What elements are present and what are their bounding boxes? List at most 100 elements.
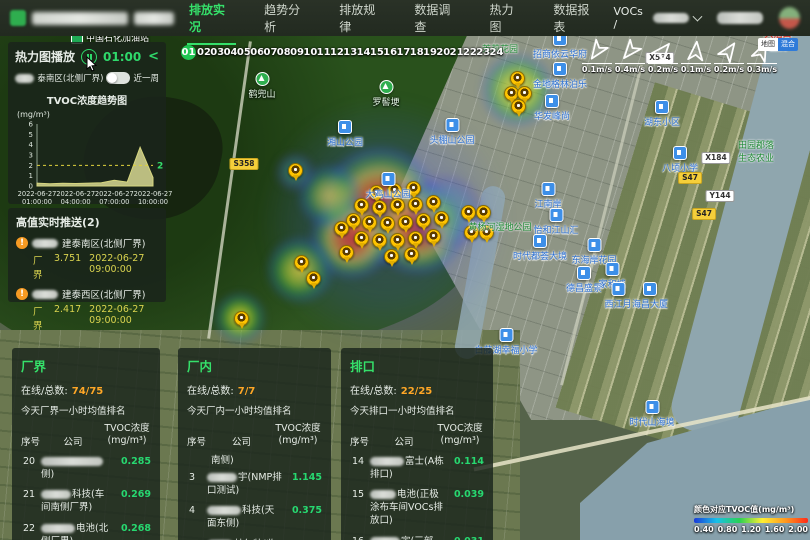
timeline-hour-05[interactable]: 05	[237, 45, 249, 60]
road-shield: S358	[229, 158, 258, 170]
table-row[interactable]: 14富士(A栋排口)0.114	[350, 452, 484, 486]
table-header: 序号公司TVOC浓度(mg/m³)	[350, 423, 484, 448]
monitor-pin[interactable]	[408, 231, 423, 246]
monitor-pin[interactable]	[408, 197, 423, 212]
monitor-pin[interactable]	[354, 198, 369, 213]
monitor-pin[interactable]	[372, 200, 387, 215]
table-row[interactable]: 20侧)0.285	[21, 452, 151, 486]
timeline-hour-17[interactable]: 17	[396, 45, 408, 60]
monitor-pin[interactable]	[288, 163, 303, 178]
timeline-hour-18[interactable]: 18	[410, 45, 422, 60]
monitor-pin[interactable]	[362, 215, 377, 230]
nav-item-6[interactable]: 数据报表	[551, 0, 600, 45]
road-shield: Y144	[705, 190, 734, 202]
timeline-hour-19[interactable]: 19	[423, 45, 435, 60]
hybrid-layer-button[interactable]: 混合	[778, 38, 798, 51]
push-item[interactable]: !建泰西区(北侧厂界)厂界2.4172022-06-27 09:00:00	[16, 287, 158, 332]
nav-item-5[interactable]: 热力图	[488, 0, 526, 45]
timeline-hour-01[interactable]: 01	[181, 45, 196, 60]
monitor-pin[interactable]	[476, 205, 491, 220]
timeline-hour-15[interactable]: 15	[370, 45, 382, 60]
table-row[interactable]: 15电池(正极涂布车间VOCs排放口)0.039	[350, 485, 484, 531]
svg-text:01:00:00: 01:00:00	[22, 198, 52, 206]
nav-item-2[interactable]: 趋势分析	[262, 0, 311, 45]
monitor-pin[interactable]	[426, 229, 441, 244]
timeline-hour-22[interactable]: 22	[463, 45, 475, 60]
company-redacted	[41, 490, 71, 499]
table-row[interactable]: 16宇(三部NMP排放口)0.031	[350, 532, 484, 540]
monitor-pin[interactable]	[434, 211, 449, 226]
timeline-hour-07[interactable]: 07	[263, 45, 275, 60]
timeline-hour-21[interactable]: 21	[450, 45, 462, 60]
monitor-pin[interactable]	[339, 245, 354, 260]
timeline-hour-02[interactable]: 02	[197, 45, 209, 60]
monitor-pin[interactable]	[416, 213, 431, 228]
warning-icon: !	[16, 237, 28, 249]
vocs-label: VOCs /	[613, 5, 648, 31]
timeline-hour-04[interactable]: 04	[224, 45, 236, 60]
table-header: 序号公司TVOC浓度(mg/m³)	[187, 423, 322, 448]
row-rank: 3	[187, 472, 207, 483]
monitor-pin[interactable]	[234, 311, 249, 326]
online-count: 在线/总数:74/75	[21, 382, 151, 397]
monitor-pin[interactable]	[294, 255, 309, 270]
monitor-pin[interactable]	[511, 99, 526, 114]
svg-text:5: 5	[29, 131, 33, 139]
tvoc-trend-chart: 012345622022-06-2701:00:002022-06-2704:0…	[15, 119, 159, 215]
logo-icon	[10, 10, 26, 26]
timeline-hour-20[interactable]: 20	[436, 45, 448, 60]
monitor-pin[interactable]	[390, 233, 405, 248]
monitor-pin[interactable]	[426, 195, 441, 210]
table-row[interactable]: 21科技(车间南侧厂界)0.269	[21, 485, 151, 519]
map-layer-button[interactable]: 地图	[758, 38, 778, 51]
monitor-pin[interactable]	[390, 198, 405, 213]
timeline-hour-09[interactable]: 09	[290, 45, 302, 60]
table-header: 序号公司TVOC浓度(mg/m³)	[21, 423, 151, 448]
avatar[interactable]	[779, 7, 800, 29]
timeline-hour-12[interactable]: 12	[330, 45, 342, 60]
legend-gradient-bar	[694, 518, 808, 523]
monitor-pin[interactable]	[464, 225, 479, 240]
chevron-left-icon[interactable]: <	[148, 50, 159, 63]
timeline-hour-23[interactable]: 23	[476, 45, 488, 60]
table-row[interactable]: 5林包装(收整车间门口)0.064	[187, 535, 322, 540]
week-toggle-label: 近一周	[133, 72, 159, 84]
monitor-pin[interactable]	[354, 231, 369, 246]
table-row[interactable]: 3宇(NMP排口测试)1.145	[187, 468, 322, 502]
timeline-hour-03[interactable]: 03	[210, 45, 222, 60]
monitor-pin[interactable]	[380, 216, 395, 231]
vocs-selector[interactable]: VOCs /	[613, 5, 701, 31]
timeline-hour-24[interactable]: 24	[490, 45, 502, 60]
monitor-pin[interactable]	[479, 225, 494, 240]
monitor-pin[interactable]	[461, 205, 476, 220]
monitor-pin[interactable]	[406, 181, 421, 196]
monitor-pin[interactable]	[334, 221, 349, 236]
monitor-pin[interactable]	[387, 183, 402, 198]
timeline-hour-06[interactable]: 06	[250, 45, 262, 60]
timeline-hour-08[interactable]: 08	[277, 45, 289, 60]
monitor-pin[interactable]	[398, 215, 413, 230]
week-toggle[interactable]	[106, 72, 130, 84]
monitor-pin[interactable]	[306, 271, 321, 286]
push-type: 厂界	[33, 253, 46, 281]
push-item[interactable]: !建泰南区(北侧厂界)厂界3.7512022-06-27 09:00:00	[16, 236, 158, 281]
user-menu-redacted[interactable]	[717, 12, 763, 24]
nav-item-4[interactable]: 数据调查	[412, 0, 461, 45]
table-row[interactable]: 4科技(天面东侧)0.375	[187, 501, 322, 535]
monitor-pin[interactable]	[384, 249, 399, 264]
monitor-pin[interactable]	[369, 185, 384, 200]
timeline-hour-16[interactable]: 16	[383, 45, 395, 60]
warning-icon: !	[16, 288, 28, 300]
company-redacted	[370, 457, 404, 466]
monitor-pin[interactable]	[510, 71, 525, 86]
timeline-hour-11[interactable]: 11	[317, 45, 329, 60]
timeline-hour-10[interactable]: 10	[303, 45, 315, 60]
svg-text:2022-06-27: 2022-06-27	[95, 190, 134, 198]
monitor-pin[interactable]	[372, 233, 387, 248]
nav-item-3[interactable]: 排放规律	[337, 0, 386, 45]
table-row[interactable]: 22电池(北侧厂界)0.268	[21, 519, 151, 540]
nav-item-1[interactable]: 排放实况	[187, 0, 236, 45]
timeline-hour-13[interactable]: 13	[343, 45, 355, 60]
timeline-hour-14[interactable]: 14	[357, 45, 369, 60]
monitor-pin[interactable]	[404, 247, 419, 262]
